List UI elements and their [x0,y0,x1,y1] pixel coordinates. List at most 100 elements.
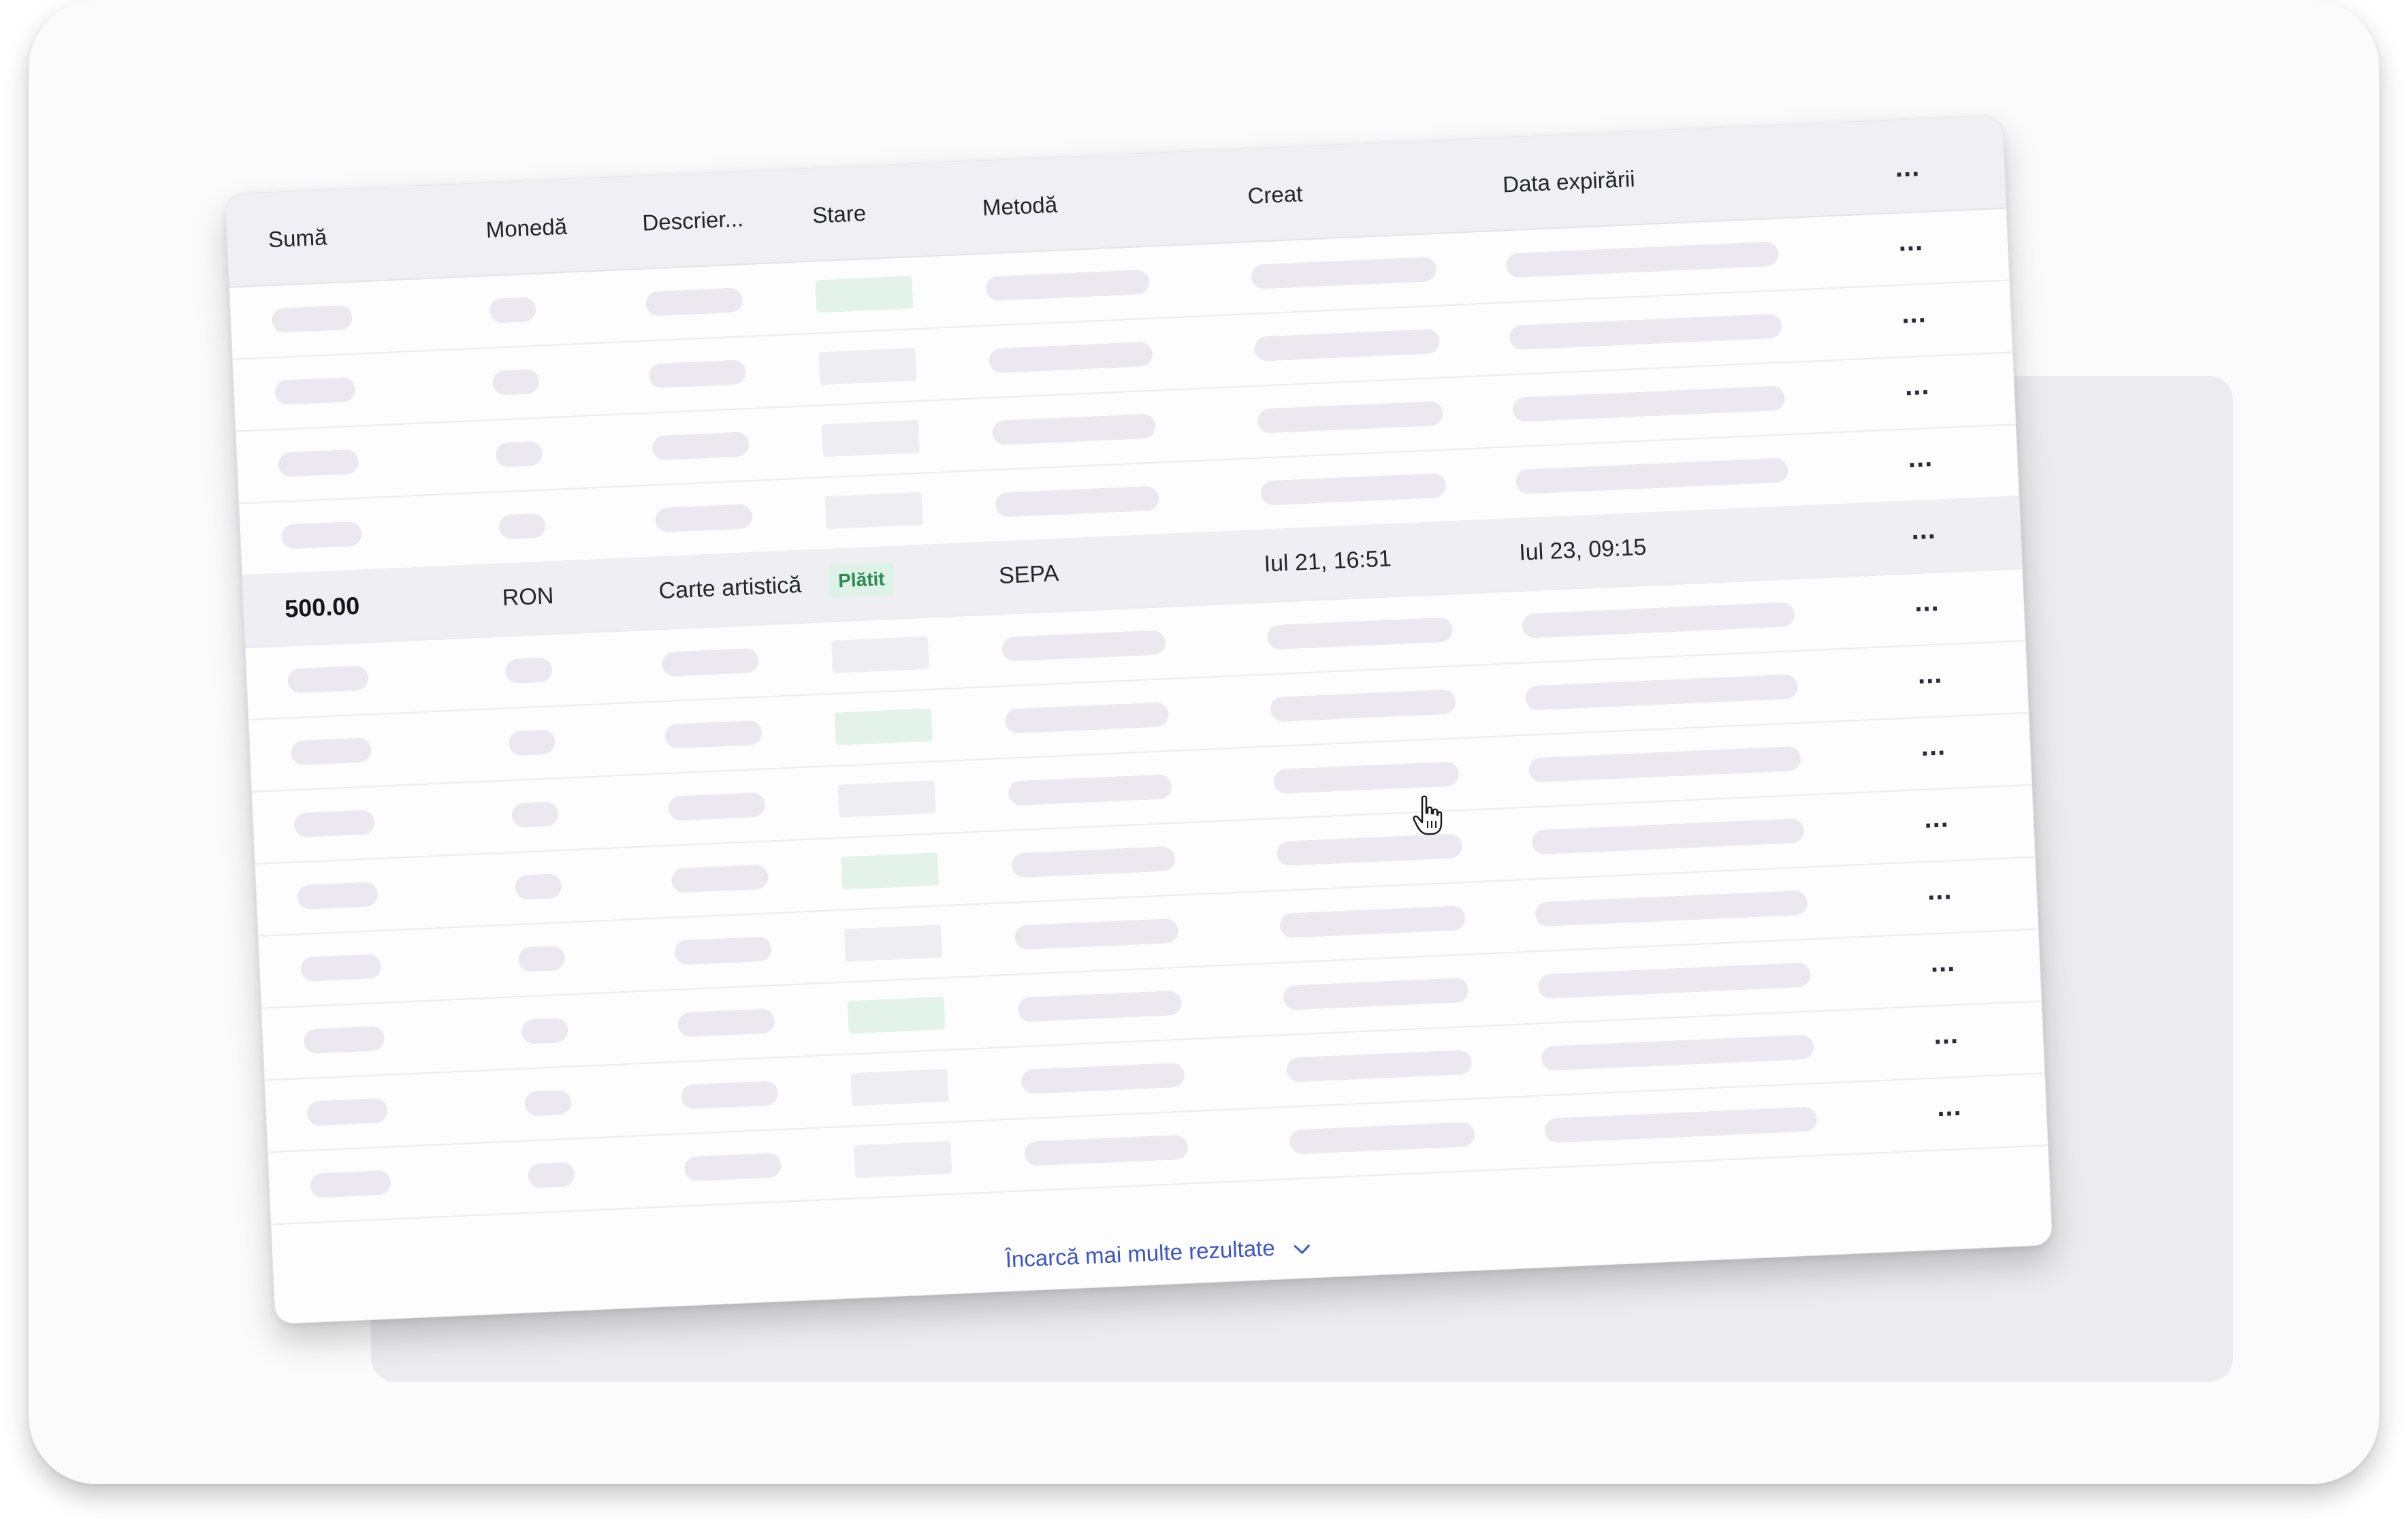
more-horizontal-icon[interactable]: ... [1899,510,1948,560]
skeleton-placeholder [664,720,762,749]
skeleton-placeholder [661,647,760,677]
skeleton-placeholder [684,1153,782,1182]
more-horizontal-icon[interactable]: ... [1908,726,1958,776]
column-header-expires[interactable]: Data expirării [1502,166,1635,198]
skeleton-placeholder [498,513,546,540]
skeleton-placeholder [300,953,382,982]
skeleton-placeholder [492,368,540,396]
skeleton-placeholder [1011,846,1176,878]
column-header-currency[interactable]: Monedă [485,214,568,243]
skeleton-placeholder [1509,313,1782,351]
column-header-created[interactable]: Creat [1247,181,1303,210]
skeleton-placeholder [1522,602,1795,639]
more-horizontal-icon[interactable]: ... [1895,438,1945,487]
more-horizontal-icon[interactable]: ... [1893,366,1942,415]
chevron-down-icon [1293,1235,1312,1262]
skeleton-placeholder [841,852,940,890]
payments-table: Sumă Monedă Descrier... Stare Metodă Cre… [225,114,2053,1325]
cell-description: Carte artistică [658,571,802,605]
skeleton-placeholder [1004,702,1170,734]
more-horizontal-icon[interactable]: ... [1906,654,1955,704]
more-horizontal-icon[interactable]: ... [1921,1014,1971,1064]
more-horizontal-icon[interactable]: ... [1919,942,1968,992]
skeleton-placeholder [1525,673,1799,711]
skeleton-placeholder [648,359,747,389]
skeleton-placeholder [1512,385,1786,423]
skeleton-placeholder [991,413,1157,446]
skeleton-placeholder [511,801,559,829]
skeleton-placeholder [303,1025,385,1055]
skeleton-placeholder [677,1008,775,1038]
more-horizontal-icon[interactable]: ... [1886,221,1936,271]
column-header-description[interactable]: Descrier... [642,206,744,236]
skeleton-placeholder [655,504,753,533]
skeleton-placeholder [1289,1121,1476,1155]
skeleton-placeholder [837,780,936,818]
skeleton-placeholder [287,665,369,694]
skeleton-placeholder [521,1017,568,1044]
skeleton-placeholder [280,521,363,549]
skeleton-placeholder [277,449,359,477]
skeleton-placeholder [1279,905,1466,939]
more-horizontal-icon[interactable]: ... [1883,147,1933,197]
skeleton-placeholder [645,287,743,317]
skeleton-placeholder [854,1140,952,1178]
skeleton-placeholder [1528,745,1801,783]
skeleton-placeholder [1021,1062,1185,1095]
skeleton-placeholder [1014,918,1179,950]
skeleton-placeholder [821,420,920,458]
status-badge: Plătit [828,562,895,598]
skeleton-placeholder [1001,630,1166,662]
skeleton-placeholder [1541,1034,1814,1072]
skeleton-placeholder [989,341,1153,374]
more-horizontal-icon[interactable]: ... [1889,293,1939,343]
skeleton-placeholder [1257,400,1443,434]
skeleton-placeholder [815,276,914,313]
more-horizontal-icon[interactable]: ... [1915,870,1965,920]
skeleton-placeholder [1535,890,1808,927]
skeleton-placeholder [1505,241,1779,278]
skeleton-placeholder [1276,833,1463,867]
skeleton-placeholder [1515,458,1789,495]
skeleton-placeholder [847,997,946,1034]
skeleton-placeholder [844,925,942,962]
skeleton-placeholder [1251,256,1437,290]
cell-amount: 500.00 [284,591,361,623]
skeleton-placeholder [271,304,353,334]
skeleton-placeholder [824,492,923,530]
skeleton-placeholder [1008,773,1172,806]
column-header-amount[interactable]: Sumă [268,224,327,253]
skeleton-placeholder [524,1089,572,1117]
hand-pointer-icon [1413,795,1443,836]
cell-currency: RON [501,583,555,611]
more-horizontal-icon[interactable]: ... [1925,1087,1974,1136]
skeleton-placeholder [1273,761,1460,795]
skeleton-placeholder [1017,990,1183,1023]
skeleton-placeholder [527,1161,575,1189]
skeleton-placeholder [504,657,553,684]
skeleton-placeholder [1270,689,1456,722]
skeleton-placeholder [514,873,562,901]
skeleton-placeholder [834,708,933,745]
skeleton-placeholder [1260,472,1447,506]
skeleton-placeholder [1285,1049,1473,1082]
more-horizontal-icon[interactable]: ... [1902,582,1952,632]
skeleton-placeholder [680,1080,779,1110]
load-more-button[interactable]: Încarcă mai multe rezultate [1005,1234,1312,1274]
skeleton-placeholder [1253,328,1441,362]
load-more-label: Încarcă mai multe rezultate [1004,1234,1276,1272]
column-header-status[interactable]: Stare [812,200,866,228]
more-horizontal-icon[interactable]: ... [1912,799,1961,848]
skeleton-placeholder [668,792,766,821]
skeleton-placeholder [1531,818,1805,855]
skeleton-placeholder [850,1069,949,1106]
skeleton-placeholder [831,636,930,673]
skeleton-placeholder [1266,617,1454,650]
skeleton-placeholder [297,882,379,910]
skeleton-placeholder [495,440,543,468]
cell-method: SEPA [998,560,1060,589]
column-header-method[interactable]: Metodă [982,192,1058,221]
skeleton-placeholder [489,296,536,323]
skeleton-placeholder [508,729,556,756]
skeleton-placeholder [1537,962,1812,999]
